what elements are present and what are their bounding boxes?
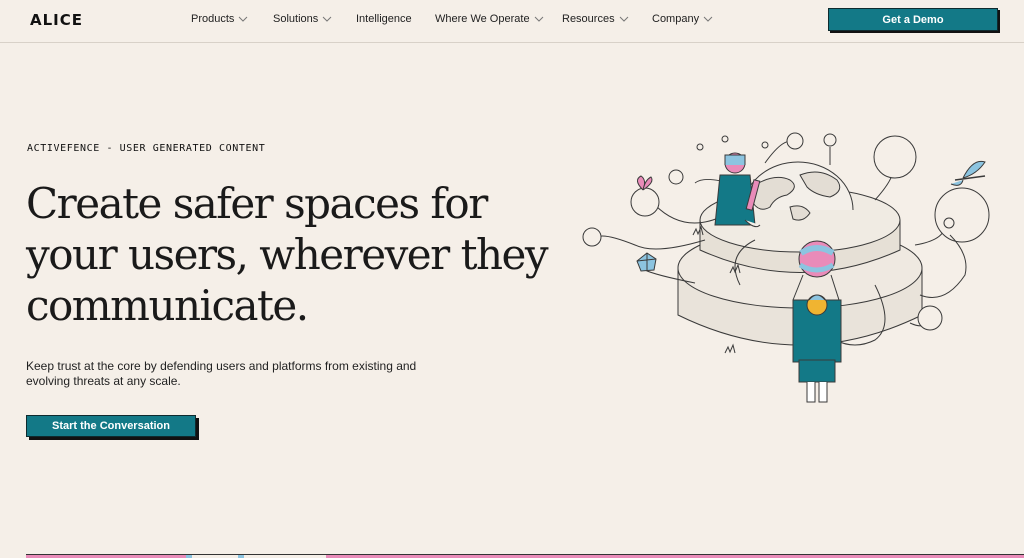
nav-label: Where We Operate: [435, 13, 530, 25]
nav-label: Intelligence: [356, 13, 412, 25]
dragonfly-icon: [950, 160, 986, 186]
next-section-peek: [26, 554, 1024, 558]
person-on-platform: [714, 152, 761, 228]
nav-intelligence[interactable]: Intelligence: [356, 13, 412, 25]
chevron-down-icon: [703, 16, 713, 22]
nav-products[interactable]: Products: [191, 13, 248, 25]
chevron-down-icon: [534, 16, 543, 22]
nav-label: Solutions: [273, 13, 319, 25]
butterfly-icon: [637, 175, 653, 191]
nav-label: Products: [191, 13, 235, 25]
chevron-down-icon: [619, 16, 628, 22]
hero-illustration: [582, 132, 990, 403]
site-header: ALICE Products Solutions Intelligence Wh…: [0, 0, 1024, 43]
chevron-down-icon: [239, 16, 248, 22]
gem-icon: [636, 252, 657, 272]
hero-subtext: Keep trust at the core by defending user…: [26, 359, 417, 388]
start-conversation-button[interactable]: Start the Conversation: [26, 415, 196, 437]
logo[interactable]: ALICE: [30, 11, 83, 29]
nav-label: Company: [652, 13, 700, 25]
person-standing: [792, 240, 842, 403]
chevron-down-icon: [322, 16, 332, 22]
get-a-demo-button[interactable]: Get a Demo: [828, 8, 998, 31]
nav-resources[interactable]: Resources: [562, 13, 629, 25]
hero-eyebrow: ACTIVEFENCE - USER GENERATED CONTENT: [27, 143, 266, 154]
nav-where-we-operate[interactable]: Where We Operate: [435, 13, 544, 25]
nav-company[interactable]: Company: [652, 13, 713, 25]
nav-label: Resources: [562, 13, 615, 25]
hero-headline: Create safer spaces for your users, wher…: [26, 179, 549, 330]
nav-solutions[interactable]: Solutions: [273, 13, 332, 25]
